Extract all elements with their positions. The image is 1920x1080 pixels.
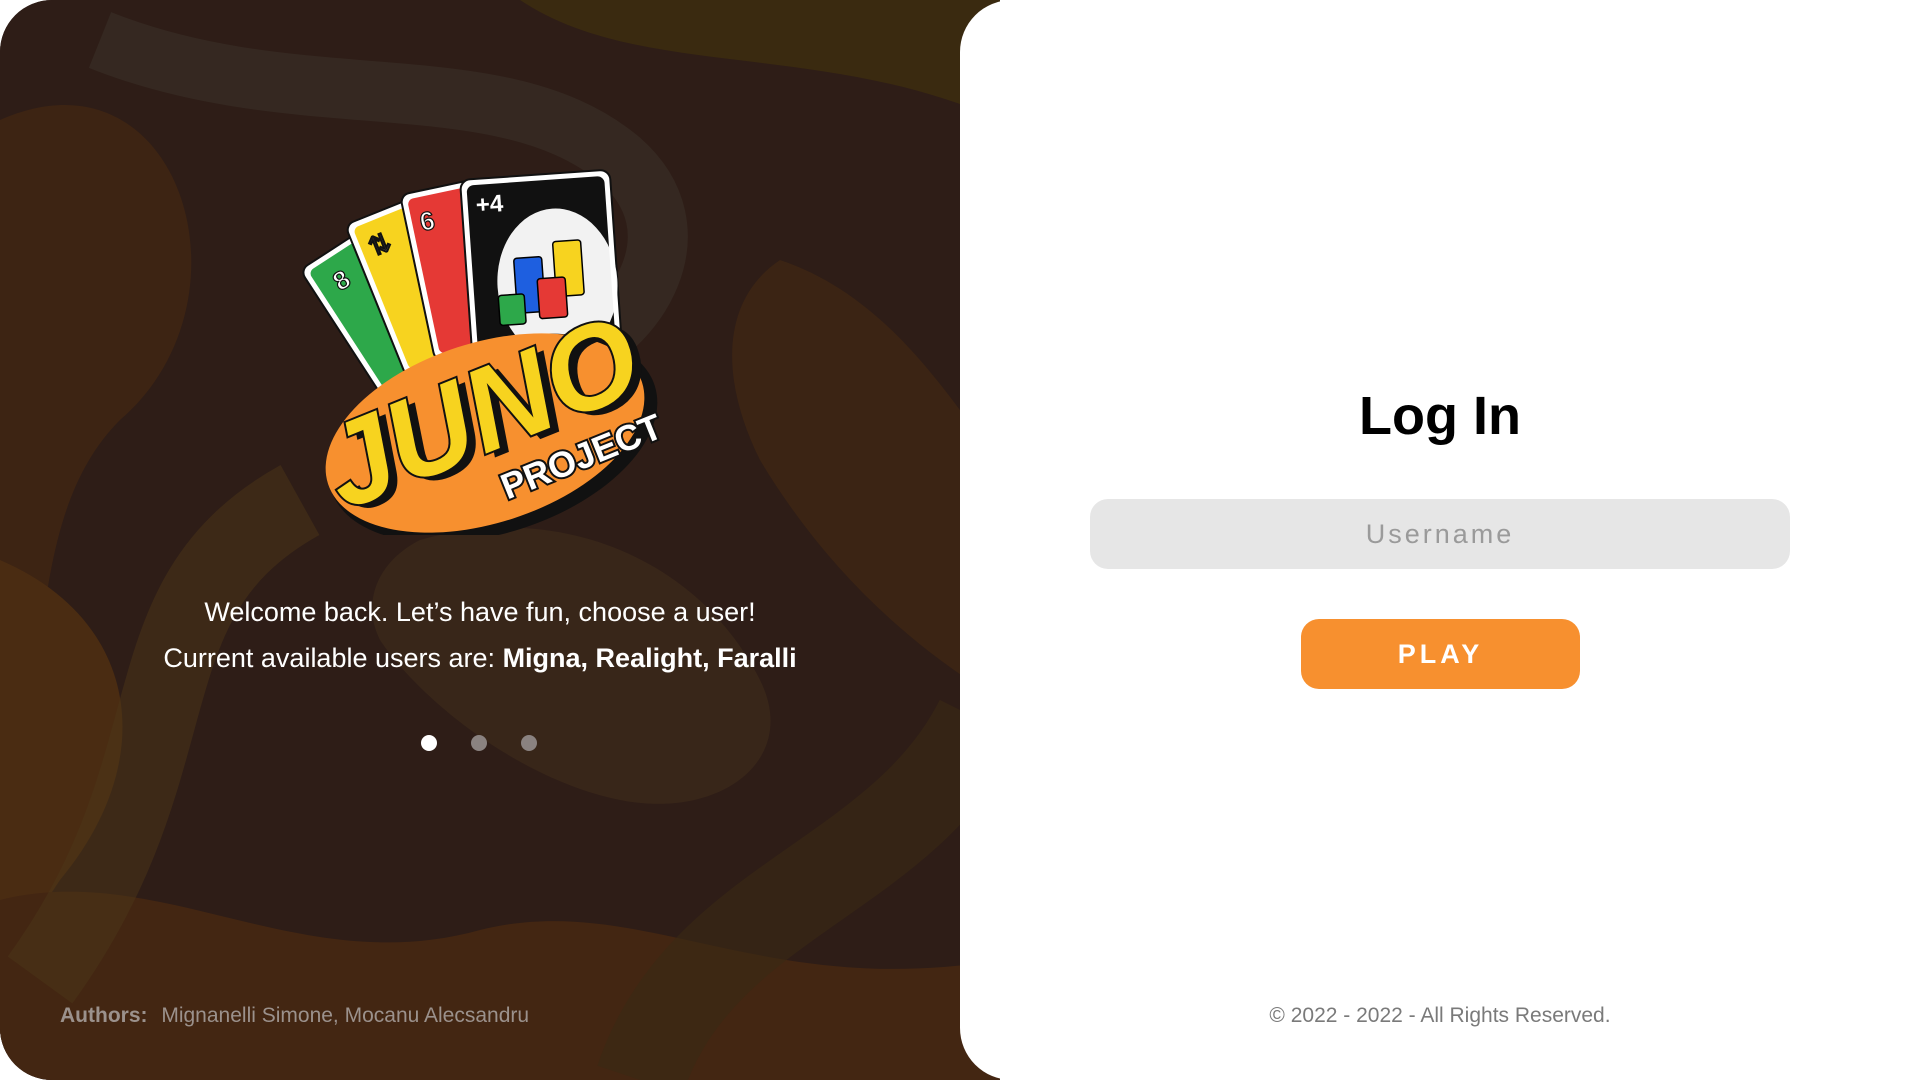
username-input[interactable] bbox=[1090, 499, 1790, 569]
authors: Authors: Mignanelli Simone, Mocanu Alecs… bbox=[60, 1004, 529, 1028]
login-title: Log In bbox=[1359, 386, 1521, 446]
left-panel: 8 ⇅ 6 +4 JUNO JUNO PROJECT Welcome back.… bbox=[0, 0, 1000, 1080]
carousel-dot-2[interactable] bbox=[471, 735, 487, 751]
available-users-prefix: Current available users are: bbox=[163, 643, 496, 673]
available-users-list: Migna, Realight, Faralli bbox=[502, 643, 797, 673]
copyright: © 2022 - 2022 - All Rights Reserved. bbox=[1269, 1004, 1611, 1027]
available-users: Current available users are: Migna, Real… bbox=[0, 642, 960, 675]
welcome-message: Welcome back. Let’s have fun, choose a u… bbox=[204, 597, 756, 627]
juno-logo: 8 ⇅ 6 +4 JUNO JUNO PROJECT bbox=[302, 169, 670, 535]
authors-names: Mignanelli Simone, Mocanu Alecsandru bbox=[161, 1004, 530, 1027]
login-panel: Log In PLAY © 2022 - 2022 - All Rights R… bbox=[960, 0, 1920, 1080]
play-button[interactable]: PLAY bbox=[1301, 619, 1580, 689]
carousel-dot-3[interactable] bbox=[521, 735, 537, 751]
authors-label: Authors: bbox=[60, 1004, 148, 1027]
card-black-value: +4 bbox=[475, 190, 505, 219]
carousel-dot-1[interactable] bbox=[421, 735, 437, 751]
